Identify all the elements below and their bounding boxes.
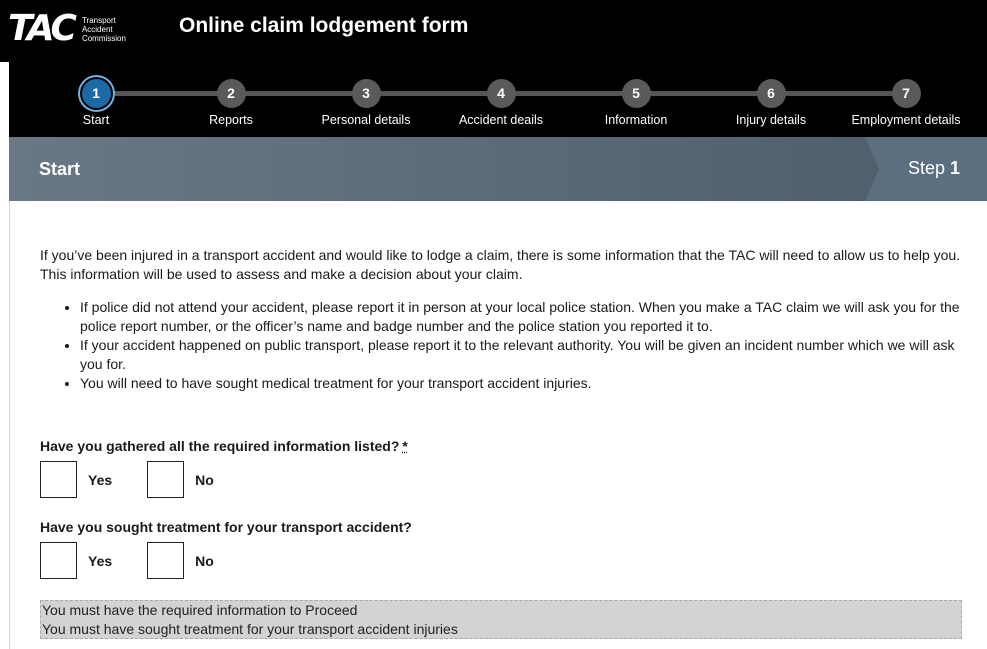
- content-border: [9, 201, 10, 649]
- yes-checkbox[interactable]: [40, 542, 77, 579]
- logo-word: Transport: [81, 15, 116, 25]
- required-marker: *: [402, 438, 408, 454]
- step-label: Accident deails: [458, 113, 544, 127]
- yes-checkbox[interactable]: [40, 461, 77, 498]
- step-indicator-text: Step 1: [908, 158, 960, 179]
- section-header: Start Step 1: [9, 137, 987, 201]
- step-number: 7: [891, 79, 921, 108]
- step-label: Reports: [209, 113, 253, 127]
- step-number: 1: [81, 79, 111, 108]
- no-label: No: [195, 552, 214, 569]
- list-item: If your accident happened on public tran…: [80, 336, 965, 374]
- step-employment-details[interactable]: 7 Employment details: [836, 79, 976, 127]
- step-number: 3: [351, 79, 381, 108]
- no-checkbox[interactable]: [147, 461, 185, 498]
- logo-mark: TAC: [8, 8, 77, 49]
- question-text: Have you gathered all the required infor…: [40, 438, 400, 454]
- step-start[interactable]: 1 Start: [26, 79, 166, 127]
- top-header: TAC Transport Accident Commission Online…: [0, 0, 987, 62]
- step-reports[interactable]: 2 Reports: [161, 79, 301, 127]
- question-text: Have you sought treatment for your trans…: [40, 519, 412, 535]
- intro-content: If you’ve been injured in a transport ac…: [40, 246, 965, 393]
- tac-logo[interactable]: TAC Transport Accident Commission: [8, 10, 126, 48]
- step-number: 5: [621, 79, 651, 108]
- answer-group-gathered-info: Yes No: [40, 461, 249, 498]
- question-sought-treatment: Have you sought treatment for your trans…: [40, 519, 412, 535]
- step-label: Employment details: [851, 113, 961, 127]
- answer-group-sought-treatment: Yes No: [40, 542, 249, 579]
- step-label: Injury details: [735, 113, 807, 127]
- step-current-number: 1: [949, 158, 960, 178]
- intro-paragraph: If you’ve been injured in a transport ac…: [40, 247, 961, 282]
- step-number: 2: [216, 79, 246, 108]
- list-item: If police did not attend your accident, …: [80, 298, 965, 336]
- validation-notice: You must have the required information t…: [40, 600, 962, 639]
- progress-stepper: 1 Start 2 Reports 3 Personal details 4 A…: [9, 62, 987, 137]
- logo-word: Commission: [81, 33, 126, 43]
- step-label: Personal details: [321, 113, 411, 127]
- page-title: Online claim lodgement form: [179, 14, 469, 37]
- step-number: 4: [486, 79, 516, 108]
- yes-label: Yes: [88, 471, 113, 488]
- logo-word: Accident: [81, 24, 113, 34]
- list-item: You will need to have sought medical tre…: [80, 374, 965, 393]
- logo-words: Transport Accident Commission: [82, 16, 126, 43]
- no-label: No: [195, 471, 214, 488]
- step-accident-details[interactable]: 4 Accident deails: [431, 79, 571, 127]
- no-checkbox[interactable]: [147, 542, 185, 579]
- requirements-list: If police did not attend your accident, …: [80, 298, 965, 393]
- step-prefix: Step: [907, 158, 945, 178]
- step-injury-details[interactable]: 6 Injury details: [701, 79, 841, 127]
- yes-label: Yes: [88, 552, 113, 569]
- notice-line: You must have the required information t…: [42, 602, 358, 618]
- step-information[interactable]: 5 Information: [566, 79, 706, 127]
- notice-line: You must have sought treatment for your …: [42, 621, 458, 637]
- section-title: Start: [39, 159, 81, 179]
- step-indicator: Step 1: [865, 137, 987, 201]
- step-label: Start: [82, 113, 110, 127]
- step-personal-details[interactable]: 3 Personal details: [296, 79, 436, 127]
- question-gathered-info: Have you gathered all the required infor…: [40, 438, 408, 454]
- step-label: Information: [604, 113, 668, 127]
- step-number: 6: [756, 79, 786, 108]
